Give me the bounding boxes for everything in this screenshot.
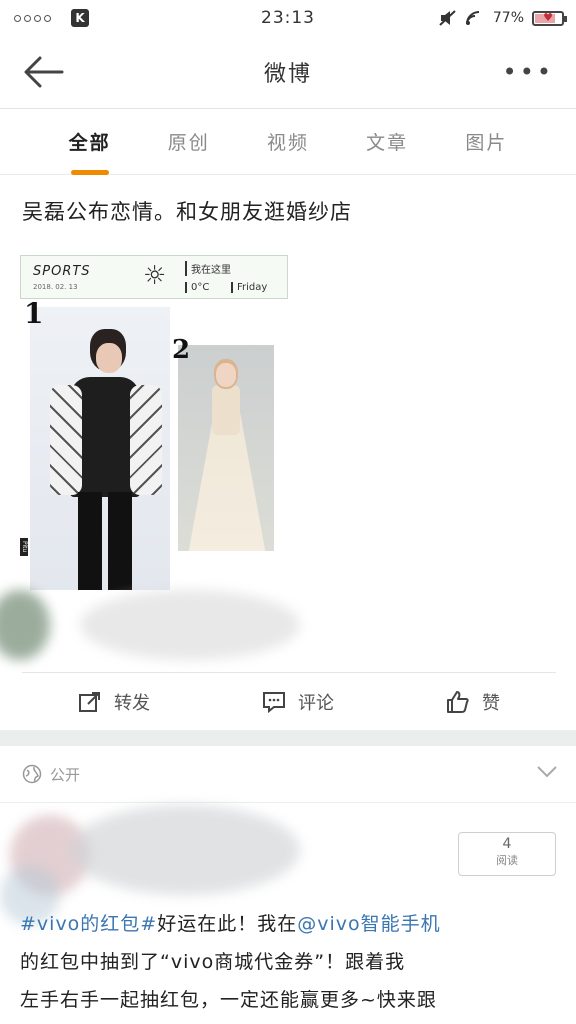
status-time: 23:13 (261, 8, 315, 28)
tab-images[interactable]: 图片 (461, 120, 511, 163)
tab-video[interactable]: 视频 (263, 120, 313, 163)
post-image[interactable]: SPORTS 2018. 02. 13 ☼ 我在这里 0°C Friday 1 … (20, 255, 290, 600)
like-label: 赞 (482, 693, 500, 714)
globe-icon (22, 764, 42, 784)
nav-bar: 微博 ••• (0, 36, 576, 109)
image-date-label: 2018. 02. 13 (33, 283, 78, 291)
read-label: 阅读 (496, 854, 518, 867)
filter-tabs: 全部 原创 视频 文章 图片 (0, 109, 576, 175)
post2-line-1: #vivo的红包#好运在此！我在@vivo智能手机 (20, 905, 560, 943)
brush-smudge (0, 590, 50, 660)
comment-icon (263, 692, 285, 714)
post2-text[interactable]: #vivo的红包#好运在此！我在@vivo智能手机 的红包中抽到了“vivo商城… (20, 905, 560, 1019)
post2-line-3: 左手右手一起抽红包，一定还能赢更多~快来跟 (20, 989, 437, 1011)
repost-icon (79, 692, 100, 712)
pitu-watermark: Pitu (20, 538, 28, 556)
image-location-label: 我在这里 (185, 261, 231, 276)
chevron-down-icon[interactable] (536, 764, 558, 780)
like-button[interactable]: 赞 (446, 689, 500, 715)
tab-article[interactable]: 文章 (362, 120, 412, 163)
repost-button[interactable]: 转发 (78, 689, 150, 715)
read-count: 4 (502, 836, 512, 852)
image-sports-label: SPORTS (33, 264, 91, 279)
hashtag-link[interactable]: #vivo的红包# (20, 913, 157, 935)
repost-label: 转发 (114, 693, 150, 714)
tab-all[interactable]: 全部 (65, 120, 115, 163)
more-options-icon[interactable]: ••• (503, 58, 554, 86)
comment-label: 评论 (298, 693, 334, 714)
sun-icon: ☼ (143, 261, 167, 291)
image-temp-label: 0°C (185, 282, 209, 293)
image-number-2: 2 (172, 335, 191, 365)
image-day-label: Friday (231, 282, 267, 293)
brush-smudge (80, 590, 300, 660)
hashtag-text: 好运在此！ (157, 913, 258, 935)
comment-button[interactable]: 评论 (262, 689, 334, 715)
page-title: 微博 (263, 62, 312, 87)
post-actions: 转发 评论 赞 (22, 672, 556, 731)
visibility-label: 公开 (50, 766, 81, 784)
thumbs-up-icon (447, 691, 469, 713)
post-text[interactable]: 吴磊公布恋情。和女朋友逛婚纱店 (22, 196, 352, 226)
back-arrow-icon[interactable] (22, 54, 66, 90)
photo-bride (178, 345, 274, 551)
image-number-1: 1 (24, 297, 44, 330)
battery-icon: ♥ (532, 10, 567, 26)
image-header-strip: SPORTS 2018. 02. 13 ☼ 我在这里 0°C Friday (20, 255, 288, 299)
status-bar: K 23:13 77% ♥ (0, 0, 576, 36)
read-count-box: 4 阅读 (458, 832, 556, 876)
tab-original[interactable]: 原创 (164, 120, 214, 163)
photo-man (30, 307, 170, 590)
post2-line-2: 的红包中抽到了“vivo商城代金券”！跟着我 (20, 951, 406, 973)
post2-text-segment: 我在 (257, 913, 298, 935)
feed-separator (0, 730, 576, 746)
mention-link[interactable]: @vivo智能手机 (297, 913, 440, 935)
